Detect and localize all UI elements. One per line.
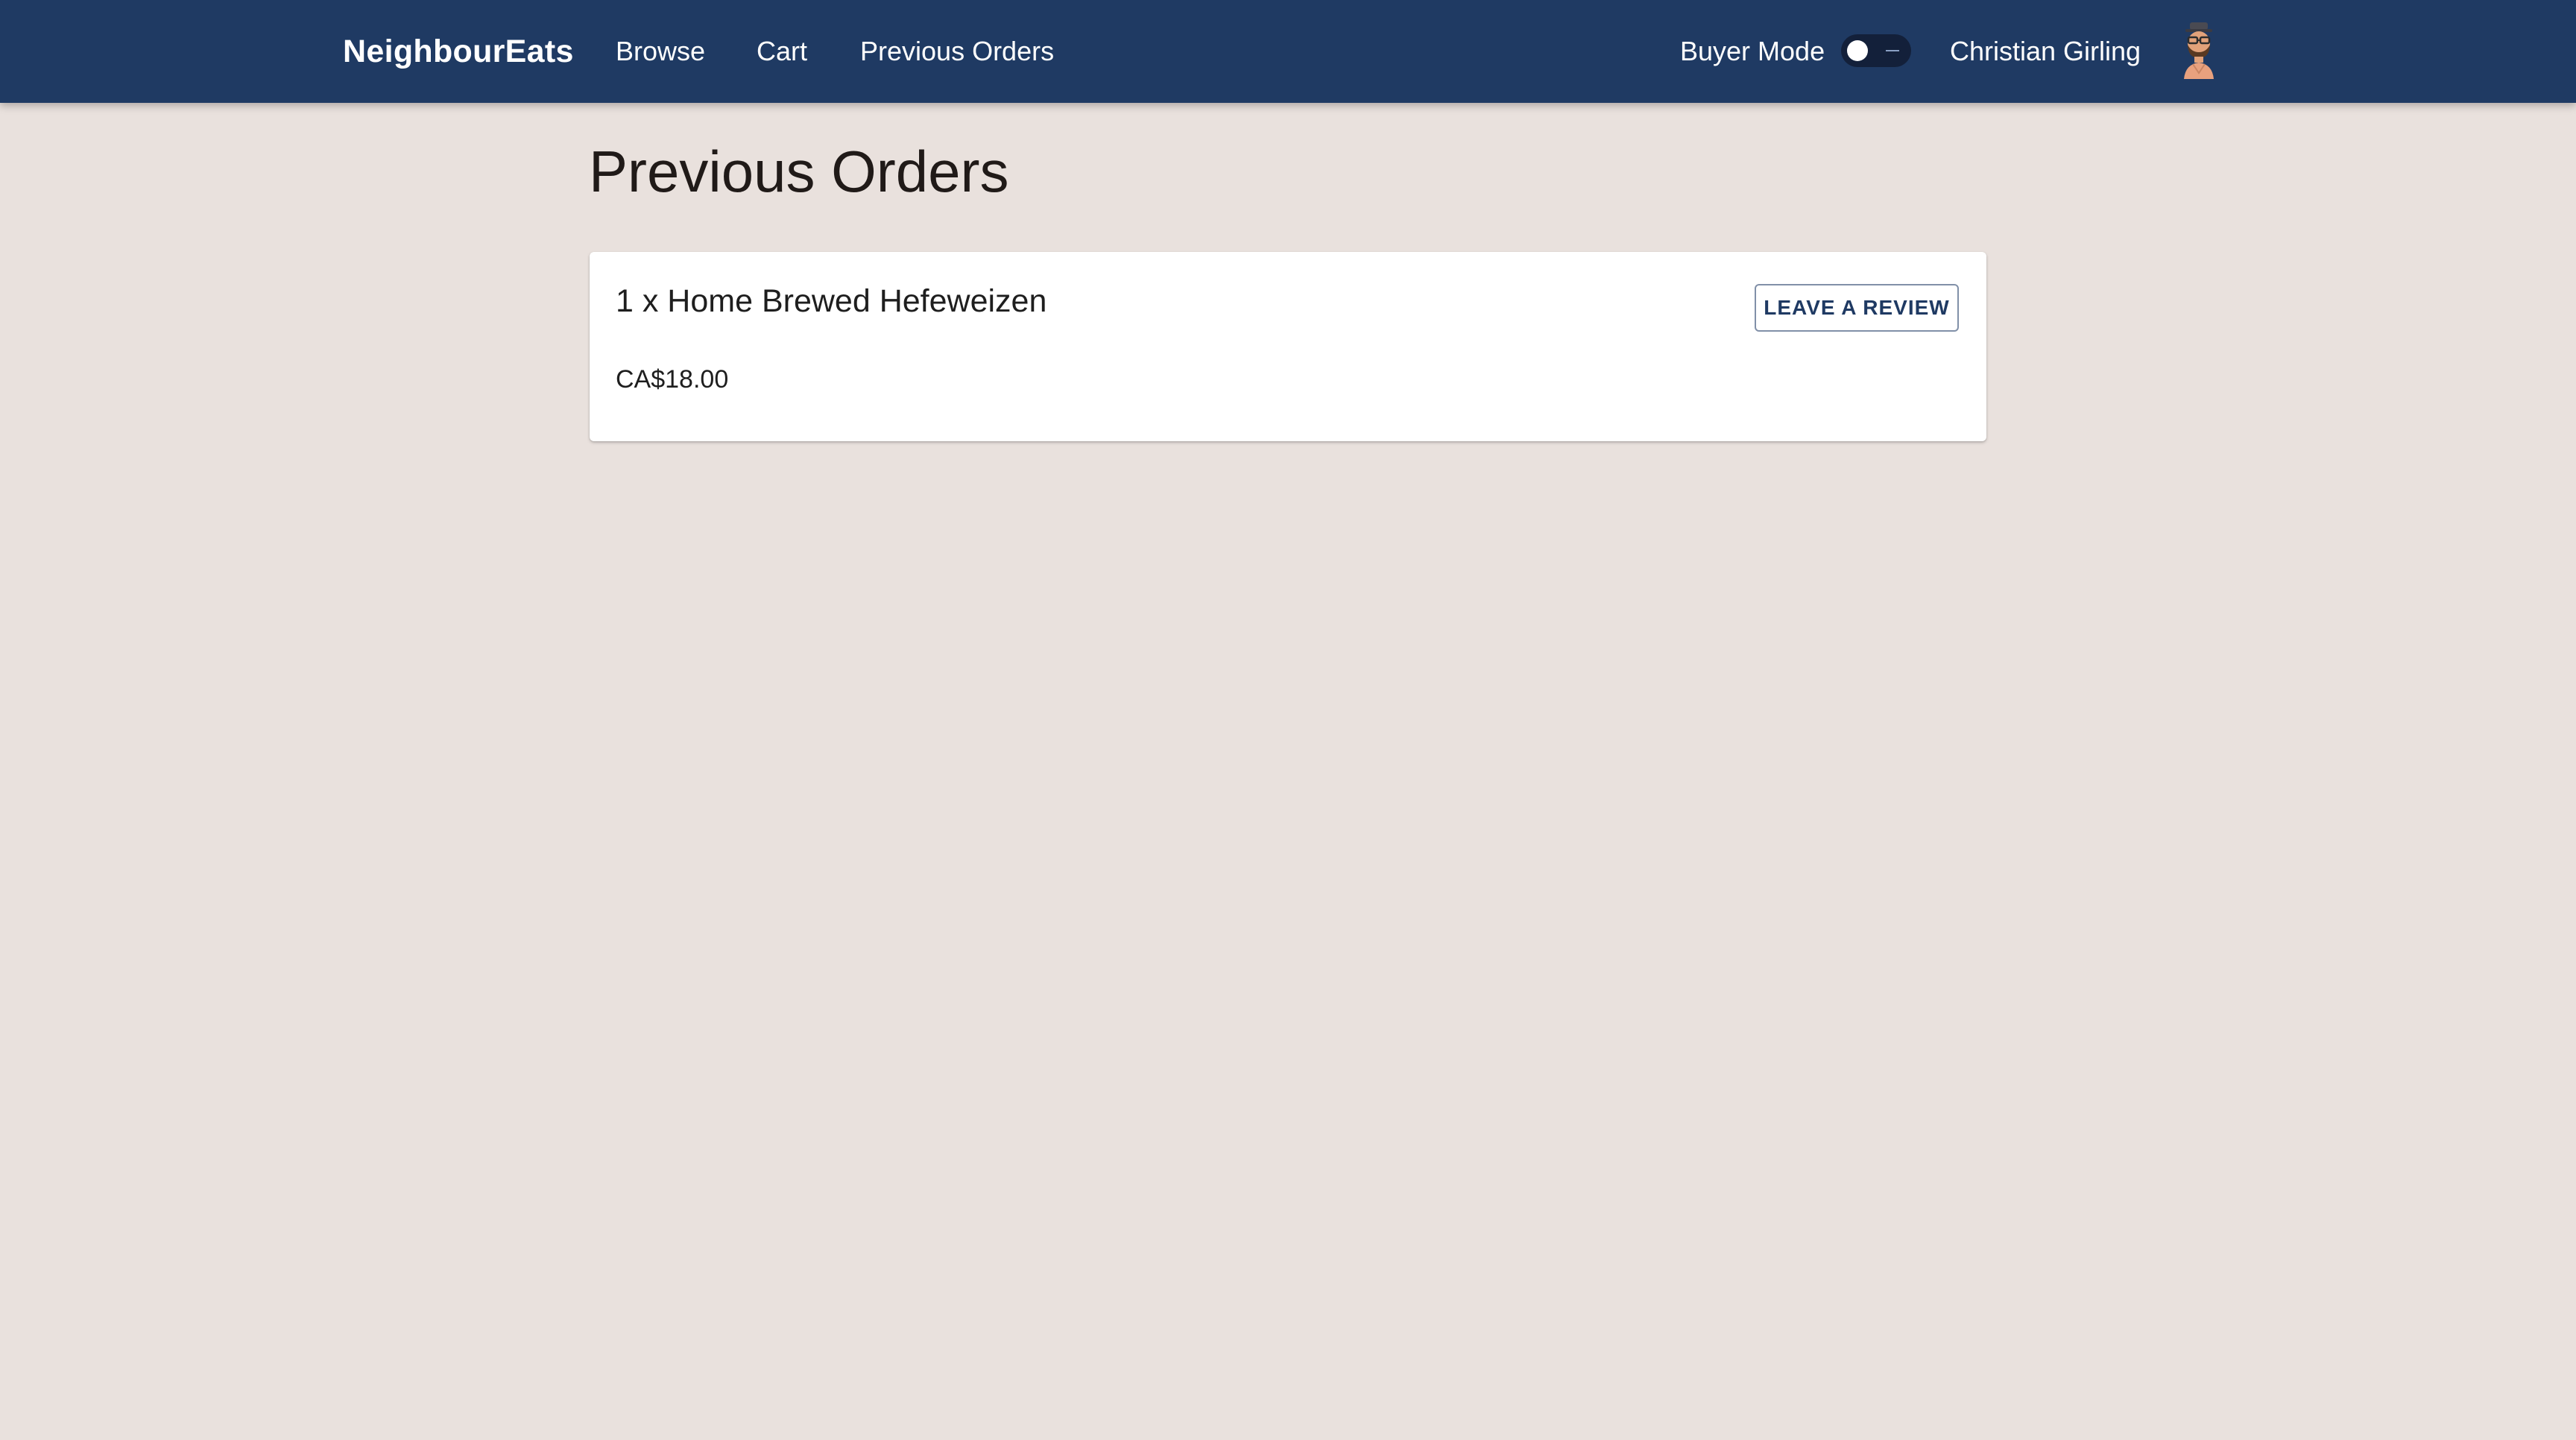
buyer-mode-label: Buyer Mode bbox=[1680, 36, 1825, 66]
toggle-knob bbox=[1847, 40, 1868, 61]
avatar-illustration bbox=[2184, 22, 2214, 79]
user-avatar-icon[interactable] bbox=[2176, 21, 2221, 80]
order-item-title: 1 x Home Brewed Hefeweizen bbox=[616, 283, 1047, 319]
order-card: 1 x Home Brewed Hefeweizen CA$18.00 LEAV… bbox=[590, 252, 1986, 441]
leave-a-review-button[interactable]: LEAVE A REVIEW bbox=[1755, 284, 1959, 332]
nav-link-cart[interactable]: Cart bbox=[757, 0, 807, 103]
buyer-mode-toggle[interactable] bbox=[1841, 34, 1911, 67]
top-navbar: NeighbourEats Browse Cart Previous Order… bbox=[0, 0, 2576, 103]
toggle-off-indicator-icon bbox=[1886, 50, 1899, 51]
order-item-price: CA$18.00 bbox=[616, 365, 729, 394]
nav-link-browse[interactable]: Browse bbox=[616, 0, 705, 103]
user-name: Christian Girling bbox=[1950, 36, 2141, 66]
page-title: Previous Orders bbox=[589, 139, 1009, 204]
brand-logo-text[interactable]: NeighbourEats bbox=[343, 0, 574, 103]
nav-link-previous-orders[interactable]: Previous Orders bbox=[860, 0, 1054, 103]
